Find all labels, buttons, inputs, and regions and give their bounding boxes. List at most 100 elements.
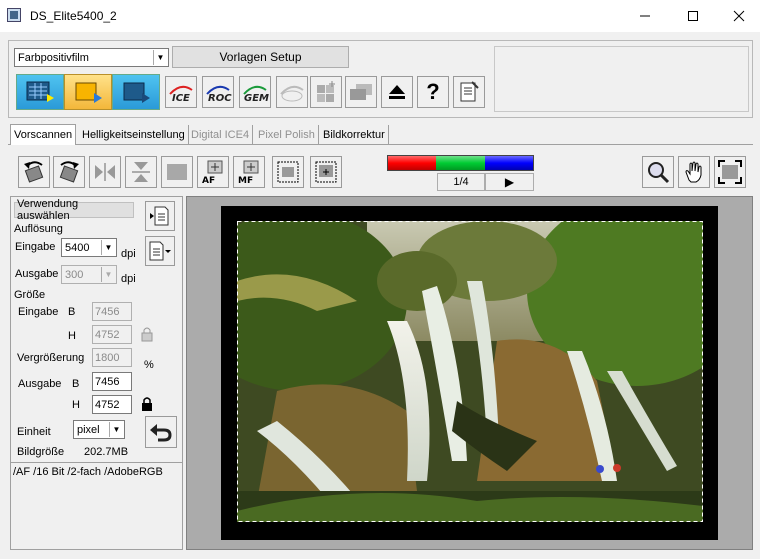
status-divider [10,462,183,463]
magnification-field[interactable]: 1800 [92,348,132,367]
output-width-label: B [72,378,80,390]
undo-icon [150,424,172,442]
close-icon [733,10,745,22]
multi-frame-button[interactable] [310,76,342,108]
dpi-unit-label: dpi [121,248,136,260]
help-icon: ? [426,79,440,104]
load-settings-button[interactable] [145,201,175,231]
rotate-left-button[interactable] [18,156,50,188]
input-size-label: Eingabe [18,306,59,318]
auto-crop-button[interactable] [310,156,342,188]
flip-vertical-button[interactable] [125,156,157,188]
output-width-field[interactable]: 7456 [92,372,132,391]
minimize-icon [640,15,650,17]
channel-bar[interactable] [387,155,534,171]
dpi-unit-label-2: dpi [121,273,136,285]
magnification-label: Vergrößerung [17,352,85,364]
percent-unit-label: % [144,359,154,371]
document-arrow-icon [150,206,169,226]
lock-icon[interactable] [139,325,155,343]
magnifier-icon [648,162,670,184]
setup-button[interactable]: Vorlagen Setup [172,46,349,68]
fit-screen-icon [718,160,742,184]
eject-button[interactable] [381,76,413,108]
rotate-right-button[interactable] [53,156,85,188]
overlay-button[interactable] [345,76,377,108]
preview-toggle-button[interactable] [161,156,193,188]
lock-icon[interactable] [139,395,155,413]
minimize-button[interactable] [622,0,668,32]
grid-icon [317,81,335,102]
prescan-button[interactable] [64,74,112,110]
chevron-down-icon: ▼ [153,50,167,65]
preview-image[interactable] [237,221,703,522]
app-icon [7,8,21,22]
output-resolution-label: Ausgabe [15,268,59,280]
input-resolution-select[interactable]: 5400 ▼ [61,238,117,257]
save-settings-button[interactable] [145,236,175,266]
svg-text:ROC: ROC [208,93,232,104]
title-bar: DS_Elite5400_2 [0,0,760,32]
next-frame-button[interactable]: ▶ [485,173,534,191]
film-type-value: Farbpositivfilm [18,51,89,64]
sho-button[interactable] [276,76,308,108]
output-height-label: H [72,399,80,411]
input-width-field[interactable]: 7456 [92,302,132,321]
output-height-field[interactable]: 4752 [92,395,132,414]
reset-button[interactable] [145,416,177,448]
output-resolution-select[interactable]: 300 ▼ [61,265,117,284]
index-scan-icon [26,81,54,102]
auto-crop-icon [315,161,337,183]
maximize-button[interactable] [670,0,716,32]
pan-button[interactable] [678,156,710,188]
tab-prescan[interactable]: Vorscannen [10,124,77,145]
ice-button[interactable]: ICE [165,76,197,108]
chevron-down-icon: ▼ [101,240,115,255]
status-text: /AF /16 Bit /2-fach /AdobeRGB [13,466,163,478]
autofocus-icon: AF [202,160,223,185]
manual-focus-icon: MF [238,160,259,185]
flip-horizontal-icon [95,163,115,181]
tab-image-correction[interactable]: Bildkorrektur [320,125,389,145]
eject-icon [389,85,405,99]
sho-icon [280,85,304,102]
document-settings-icon [460,81,479,102]
crop-button[interactable] [272,156,304,188]
tab-digital-ice[interactable]: Digital ICE4 [188,125,254,145]
channel-red[interactable] [388,156,437,170]
gem-button[interactable]: GEM [239,76,271,108]
hand-icon [685,161,702,183]
usage-select[interactable]: Verwendung auswählen [14,198,134,222]
close-button[interactable] [716,0,760,32]
unit-select[interactable]: pixel ▼ [73,420,125,439]
roc-button[interactable]: ROC [202,76,234,108]
channel-blue[interactable] [484,156,533,170]
zoom-button[interactable] [642,156,674,188]
film-type-select[interactable]: Farbpositivfilm ▼ [14,48,169,67]
preferences-button[interactable] [453,76,485,108]
unit-label: Einheit [17,426,51,438]
input-height-field[interactable]: 4752 [92,325,132,344]
chevron-down-icon: ▼ [101,267,115,282]
help-button[interactable]: ? [417,76,449,108]
tab-pixel-polish[interactable]: Pixel Polish [255,125,319,145]
manual-focus-button[interactable]: MF [233,156,265,188]
scan-button[interactable] [112,74,160,110]
frame-counter: 1/4 [437,173,485,191]
flip-vertical-icon [132,162,150,182]
tab-brightness[interactable]: Helligkeitseinstellung [79,125,189,145]
svg-text:MF: MF [238,176,253,185]
prescan-icon [75,82,102,103]
play-icon: ▶ [504,175,515,189]
filesize-label: Bildgröße [17,446,65,458]
autofocus-button[interactable]: AF [197,156,229,188]
svg-text:GEM: GEM [244,93,269,104]
output-size-label: Ausgabe [18,378,62,390]
flip-horizontal-button[interactable] [89,156,121,188]
channel-green[interactable] [436,156,485,170]
window-title: DS_Elite5400_2 [30,9,117,23]
fit-view-button[interactable] [714,156,746,188]
svg-text:ICE: ICE [172,93,190,104]
rotate-right-icon [59,161,79,183]
scan-index-button[interactable] [16,74,64,110]
